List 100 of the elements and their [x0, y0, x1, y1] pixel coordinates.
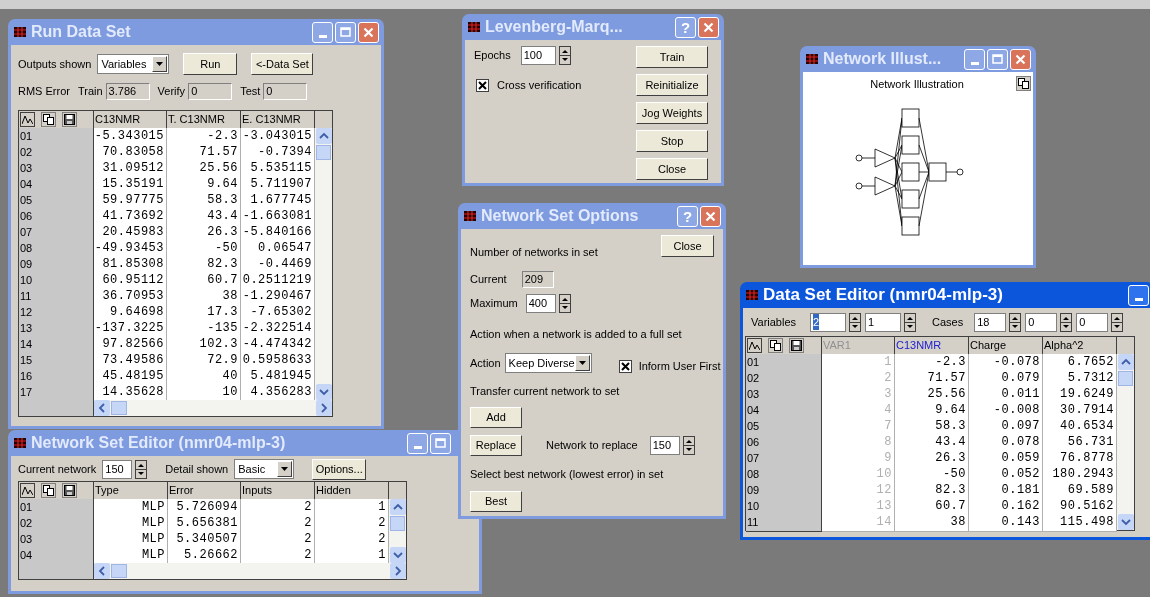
checkbox[interactable] — [476, 78, 489, 92]
window-title: Run Data Set — [31, 22, 131, 42]
minimize-button[interactable] — [964, 48, 985, 70]
number-field[interactable]: 1 — [865, 312, 902, 332]
minimize-button[interactable] — [1128, 284, 1149, 306]
spin-button[interactable] — [1111, 312, 1124, 332]
push-button[interactable]: Run — [183, 53, 238, 75]
panel-heading: Network Illustration — [870, 77, 964, 92]
scroll-down-button[interactable] — [389, 547, 406, 563]
close-button[interactable] — [698, 16, 719, 38]
number-field[interactable]: 2 — [810, 312, 847, 332]
spin-button[interactable] — [558, 293, 571, 313]
save-button[interactable] — [62, 111, 77, 127]
field-label: Current network — [18, 461, 97, 477]
scroll-down-button[interactable] — [1117, 514, 1134, 530]
push-button[interactable]: Add — [470, 407, 522, 428]
save-button[interactable] — [62, 482, 77, 498]
spin-button[interactable] — [135, 459, 148, 479]
copy-button[interactable] — [1016, 76, 1031, 91]
app-icon — [467, 21, 481, 33]
close-button[interactable] — [700, 205, 721, 227]
push-button[interactable]: Best — [470, 490, 522, 512]
number-field[interactable]: 150 — [102, 459, 133, 479]
copy-icon — [770, 339, 781, 351]
maximize-button[interactable] — [987, 48, 1008, 70]
scrollbar[interactable] — [389, 499, 406, 563]
scrollbar[interactable] — [1117, 354, 1134, 530]
column-header[interactable]: Alpha^2 — [1043, 337, 1117, 355]
column-header[interactable]: Inputs — [241, 482, 315, 500]
push-button[interactable]: Jog Weights — [636, 102, 708, 124]
copy-button[interactable] — [768, 337, 783, 353]
scroll-thumb[interactable] — [111, 564, 127, 578]
scroll-up-button[interactable] — [1117, 354, 1134, 370]
scrollbar[interactable] — [315, 128, 332, 400]
section-heading: Transfer current network to set — [470, 384, 620, 397]
scroll-thumb[interactable] — [316, 145, 331, 160]
dropdown[interactable]: Basic — [234, 459, 295, 479]
number-field[interactable]: 0 — [1025, 312, 1058, 332]
dropdown[interactable]: Keep Diverse — [504, 353, 592, 374]
maximize-button[interactable] — [430, 432, 451, 454]
close-button[interactable] — [358, 21, 379, 43]
cross-mark-icon — [620, 361, 630, 371]
dropdown[interactable]: Variables — [97, 54, 170, 74]
number-field[interactable]: 18 — [974, 312, 1007, 332]
scroll-down-button[interactable] — [315, 384, 332, 400]
maximize-button[interactable] — [335, 21, 356, 43]
column-header[interactable]: C13NMR — [94, 111, 167, 129]
push-button[interactable]: Close — [636, 158, 708, 180]
copy-button[interactable] — [41, 111, 56, 127]
save-button[interactable] — [789, 337, 804, 353]
push-button[interactable]: Close — [661, 235, 714, 257]
push-button[interactable]: Replace — [470, 435, 522, 456]
push-button[interactable]: <-Data Set — [251, 53, 314, 75]
push-button[interactable]: Train — [636, 46, 708, 68]
checkbox-label: Cross verification — [497, 78, 582, 93]
minimize-button[interactable] — [407, 432, 428, 454]
chevron-icon — [1119, 516, 1132, 528]
push-button[interactable]: Reinitialize — [636, 74, 708, 96]
graph-button[interactable] — [20, 111, 35, 127]
column-header[interactable]: Error — [168, 482, 241, 500]
copy-button[interactable] — [41, 482, 56, 498]
column-header[interactable]: Charge — [969, 337, 1043, 355]
minimize-button[interactable] — [312, 21, 333, 43]
scroll-up-button[interactable] — [315, 128, 332, 144]
spin-button[interactable] — [682, 436, 695, 455]
scrollbar[interactable] — [94, 400, 332, 416]
scrollbar[interactable] — [94, 563, 406, 579]
scroll-left-button[interactable] — [94, 400, 110, 416]
scroll-thumb[interactable] — [1118, 371, 1133, 386]
push-button[interactable]: Stop — [636, 130, 708, 152]
row-header[interactable]: 11 — [746, 514, 822, 532]
column-header[interactable]: E. C13NMR — [241, 111, 315, 129]
graph-button[interactable] — [747, 337, 762, 353]
spin-button[interactable] — [1009, 312, 1022, 332]
graph-button[interactable] — [20, 482, 35, 498]
number-field[interactable]: 400 — [525, 293, 556, 313]
scroll-left-button[interactable] — [94, 563, 110, 579]
column-header[interactable]: T. C13NMR — [167, 111, 241, 129]
scroll-thumb[interactable] — [390, 516, 405, 531]
number-field[interactable]: 150 — [649, 436, 680, 455]
spin-button[interactable] — [904, 312, 917, 332]
push-button[interactable]: Options... — [312, 458, 367, 480]
window-title: Network Set Options — [481, 206, 639, 226]
number-field[interactable]: 100 — [520, 46, 556, 65]
scroll-up-button[interactable] — [389, 499, 406, 515]
spin-button[interactable] — [558, 46, 571, 65]
scroll-right-button[interactable] — [390, 563, 406, 579]
spin-button[interactable] — [849, 312, 862, 332]
column-header[interactable]: C13NMR — [895, 337, 969, 355]
chevron-icon — [391, 549, 404, 561]
window-title: Levenberg-Marq... — [485, 17, 623, 37]
column-header[interactable]: Hidden — [315, 482, 389, 500]
spin-button[interactable] — [1060, 312, 1073, 332]
scroll-thumb[interactable] — [111, 401, 127, 415]
number-field[interactable]: 0 — [1076, 312, 1109, 332]
checkbox[interactable] — [618, 359, 632, 373]
chevron-icon — [317, 386, 330, 398]
scroll-right-button[interactable] — [316, 400, 332, 416]
close-button[interactable] — [1010, 48, 1031, 70]
column-header[interactable]: Type — [94, 482, 168, 500]
